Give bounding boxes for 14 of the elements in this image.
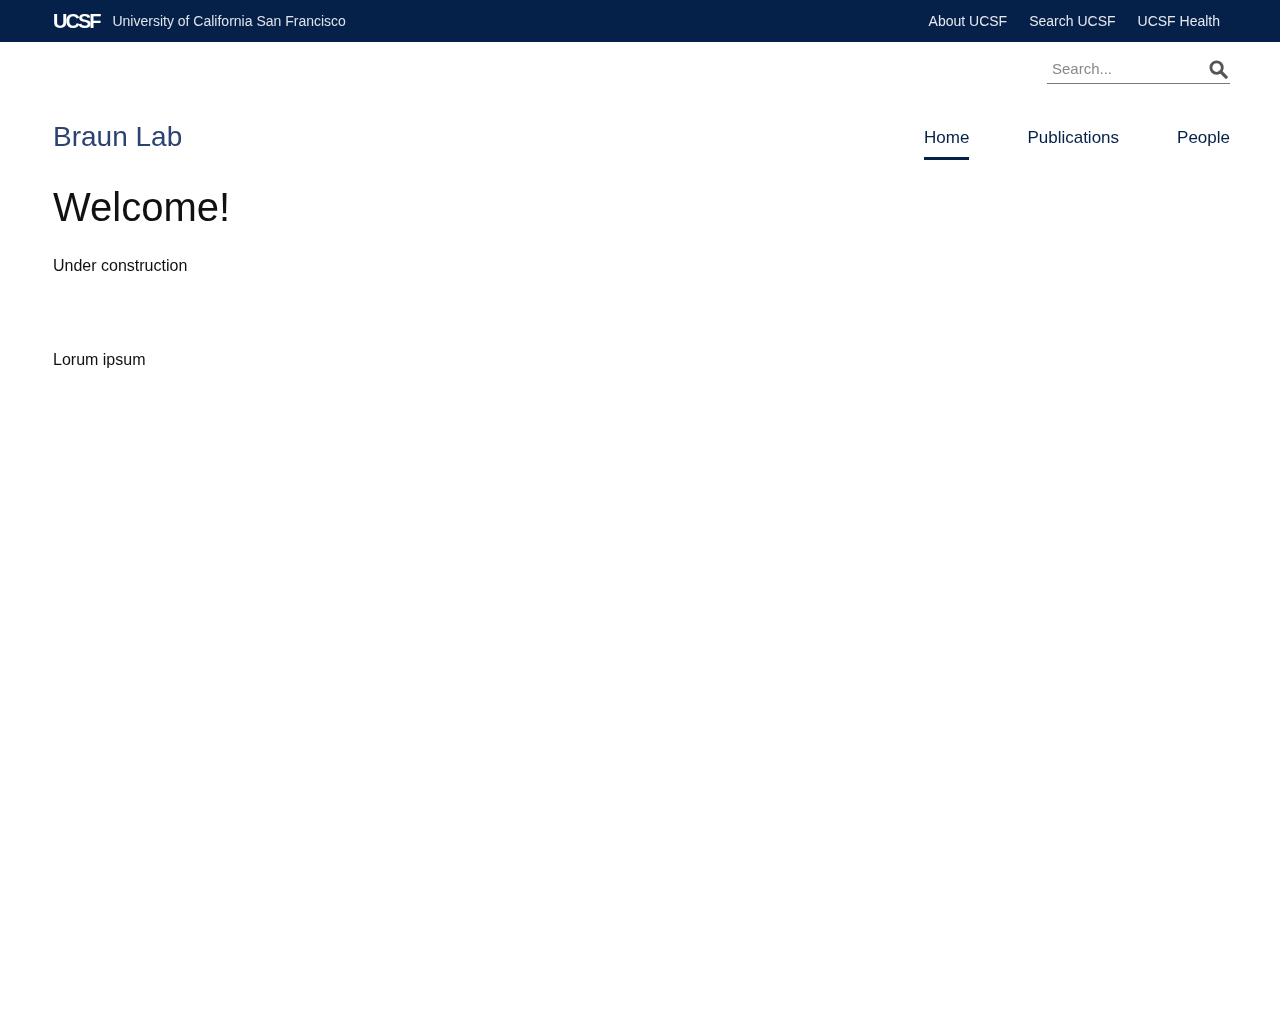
- ucsf-logo[interactable]: UCSF: [53, 11, 100, 31]
- site-title[interactable]: Braun Lab: [53, 119, 183, 154]
- paragraph: Lorum ipsum: [53, 349, 147, 370]
- nav-link[interactable]: Home: [924, 125, 970, 160]
- paragraph: Under construction: [53, 255, 189, 276]
- nav-link[interactable]: People: [1177, 125, 1230, 160]
- search-field[interactable]: Search...: [1052, 58, 1192, 81]
- search-icon[interactable]: [1209, 60, 1228, 79]
- top-link[interactable]: UCSF Health: [1137, 10, 1220, 32]
- page-heading: Welcome!: [53, 183, 232, 231]
- top-link[interactable]: Search UCSF: [1029, 10, 1116, 32]
- nav-link[interactable]: Publications: [1027, 125, 1120, 160]
- top-link[interactable]: About UCSF: [928, 10, 1008, 32]
- university-name: University of California San Francisco: [112, 11, 346, 31]
